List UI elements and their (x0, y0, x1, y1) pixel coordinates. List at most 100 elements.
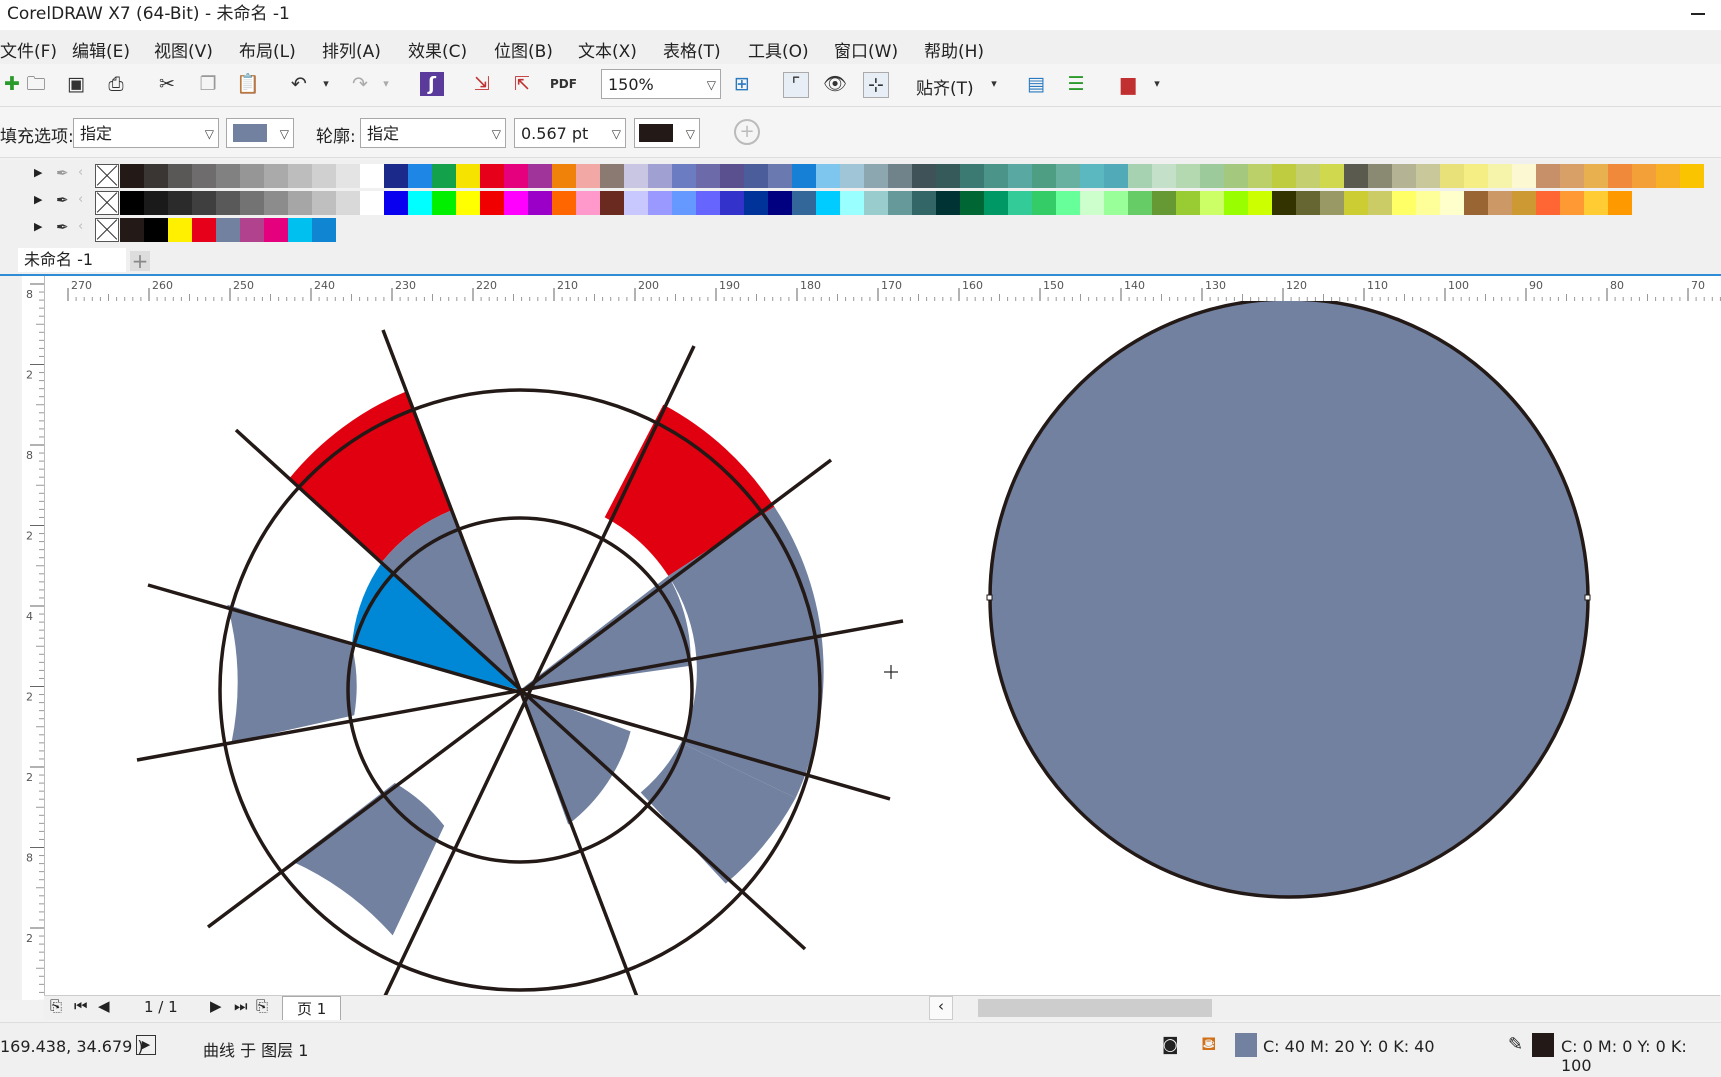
undo-icon[interactable]: ↶ (287, 72, 311, 96)
last-page-icon[interactable]: ⏭ (234, 997, 248, 1015)
color-swatch[interactable] (504, 191, 528, 215)
fill-color-picker[interactable]: ▽ (226, 118, 294, 148)
color-swatch[interactable] (600, 164, 624, 188)
color-swatch[interactable] (768, 164, 792, 188)
redo-dropdown-icon[interactable]: ▾ (374, 72, 398, 96)
color-swatch[interactable] (264, 164, 288, 188)
color-swatch[interactable] (1608, 191, 1632, 215)
color-swatch[interactable] (1128, 191, 1152, 215)
color-swatch[interactable] (312, 191, 336, 215)
color-swatch[interactable] (480, 191, 504, 215)
color-swatch[interactable] (1008, 191, 1032, 215)
color-swatch[interactable] (960, 191, 984, 215)
color-swatch[interactable] (1176, 191, 1200, 215)
color-swatch[interactable] (624, 164, 648, 188)
color-swatch[interactable] (216, 218, 240, 242)
color-swatch[interactable] (1080, 191, 1104, 215)
snap-to-menu[interactable]: 贴齐(T) (916, 74, 974, 99)
color-swatch[interactable] (576, 191, 600, 215)
color-swatch[interactable] (1488, 191, 1512, 215)
export-icon[interactable]: ⇱ (510, 72, 534, 96)
options-icon[interactable]: ☰ (1064, 72, 1088, 96)
color-swatch[interactable] (1296, 164, 1320, 188)
menu-tools[interactable]: 工具(O) (748, 37, 809, 62)
menu-help[interactable]: 帮助(H) (924, 37, 984, 62)
horizontal-scrollbar[interactable] (978, 999, 1212, 1017)
color-swatch[interactable] (1488, 164, 1512, 188)
color-swatch[interactable] (192, 191, 216, 215)
show-grid-icon[interactable]: 👁 (823, 72, 847, 96)
color-swatch[interactable] (1320, 191, 1344, 215)
color-swatch[interactable] (384, 191, 408, 215)
color-swatch[interactable] (1032, 191, 1056, 215)
color-swatch[interactable] (168, 191, 192, 215)
redo-icon[interactable]: ↷ (348, 72, 372, 96)
color-swatch[interactable] (1368, 191, 1392, 215)
no-color-swatch[interactable] (95, 218, 119, 242)
color-swatch[interactable] (456, 164, 480, 188)
color-swatch[interactable] (144, 164, 168, 188)
color-swatch[interactable] (1128, 164, 1152, 188)
add-page-icon[interactable]: ⎘ (256, 997, 268, 1015)
color-swatch[interactable] (456, 191, 480, 215)
color-swatch[interactable] (288, 218, 312, 242)
menu-table[interactable]: 表格(T) (663, 37, 721, 62)
search-content-icon[interactable]: ʃ (420, 72, 444, 96)
save-icon[interactable]: ▣ (64, 72, 88, 96)
color-swatch[interactable] (1416, 164, 1440, 188)
color-swatch[interactable] (120, 164, 144, 188)
no-color-swatch[interactable] (95, 191, 119, 215)
color-swatch[interactable] (1248, 164, 1272, 188)
color-swatch[interactable] (744, 164, 768, 188)
palette-expand-icon[interactable]: ▶ (34, 193, 42, 206)
color-swatch[interactable] (648, 191, 672, 215)
color-swatch[interactable] (888, 191, 912, 215)
drawing-canvas[interactable] (45, 301, 1721, 995)
color-swatch[interactable] (984, 164, 1008, 188)
color-swatch[interactable] (1632, 164, 1656, 188)
color-swatch[interactable] (192, 164, 216, 188)
color-proof-icon[interactable]: ◙ (1162, 1035, 1179, 1055)
color-swatch[interactable] (768, 191, 792, 215)
color-swatch[interactable] (720, 191, 744, 215)
color-swatch[interactable] (936, 164, 960, 188)
color-swatch[interactable] (912, 164, 936, 188)
menu-effects[interactable]: 效果(C) (408, 37, 467, 62)
vertical-ruler[interactable]: 8282422820 (22, 276, 45, 1000)
palette-expand-icon[interactable]: ▶ (34, 166, 42, 179)
palette-scroll-left-icon[interactable]: ‹ (78, 192, 83, 207)
color-swatch[interactable] (1176, 164, 1200, 188)
color-swatch[interactable] (1248, 191, 1272, 215)
add-tab-icon[interactable]: + (130, 251, 150, 271)
palette-scroll-left-icon[interactable]: ‹ (78, 165, 83, 180)
color-swatch[interactable] (1272, 191, 1296, 215)
inner-segment-slate-lower-right[interactable] (520, 690, 631, 825)
color-swatch[interactable] (960, 164, 984, 188)
color-swatch[interactable] (1344, 164, 1368, 188)
color-swatch[interactable] (864, 164, 888, 188)
color-swatch[interactable] (528, 164, 552, 188)
new-document-icon[interactable]: ✚ (0, 72, 24, 96)
document-tab[interactable]: 未命名 -1 (18, 248, 126, 272)
color-swatch[interactable] (1344, 191, 1368, 215)
color-swatch[interactable] (1656, 164, 1680, 188)
show-guidelines-icon[interactable]: ⊹ (863, 72, 889, 98)
scroll-left-icon[interactable]: ‹ (929, 996, 953, 1020)
color-swatch[interactable] (1200, 164, 1224, 188)
color-swatch[interactable] (696, 191, 720, 215)
color-swatch[interactable] (1440, 191, 1464, 215)
color-swatch[interactable] (288, 164, 312, 188)
color-swatch[interactable] (1224, 164, 1248, 188)
selection-node-left[interactable] (986, 594, 993, 601)
color-swatch[interactable] (792, 191, 816, 215)
launcher-dropdown-icon[interactable]: ▾ (1145, 72, 1169, 96)
add-preset-icon[interactable]: + (734, 119, 760, 145)
page-properties-icon[interactable]: ⎘ (50, 997, 62, 1015)
color-swatch[interactable] (912, 191, 936, 215)
publish-pdf-icon[interactable]: PDF (550, 72, 577, 96)
color-swatch[interactable] (1416, 191, 1440, 215)
color-swatch[interactable] (672, 191, 696, 215)
color-swatch[interactable] (1320, 164, 1344, 188)
undo-dropdown-icon[interactable]: ▾ (314, 72, 338, 96)
color-swatch[interactable] (528, 191, 552, 215)
